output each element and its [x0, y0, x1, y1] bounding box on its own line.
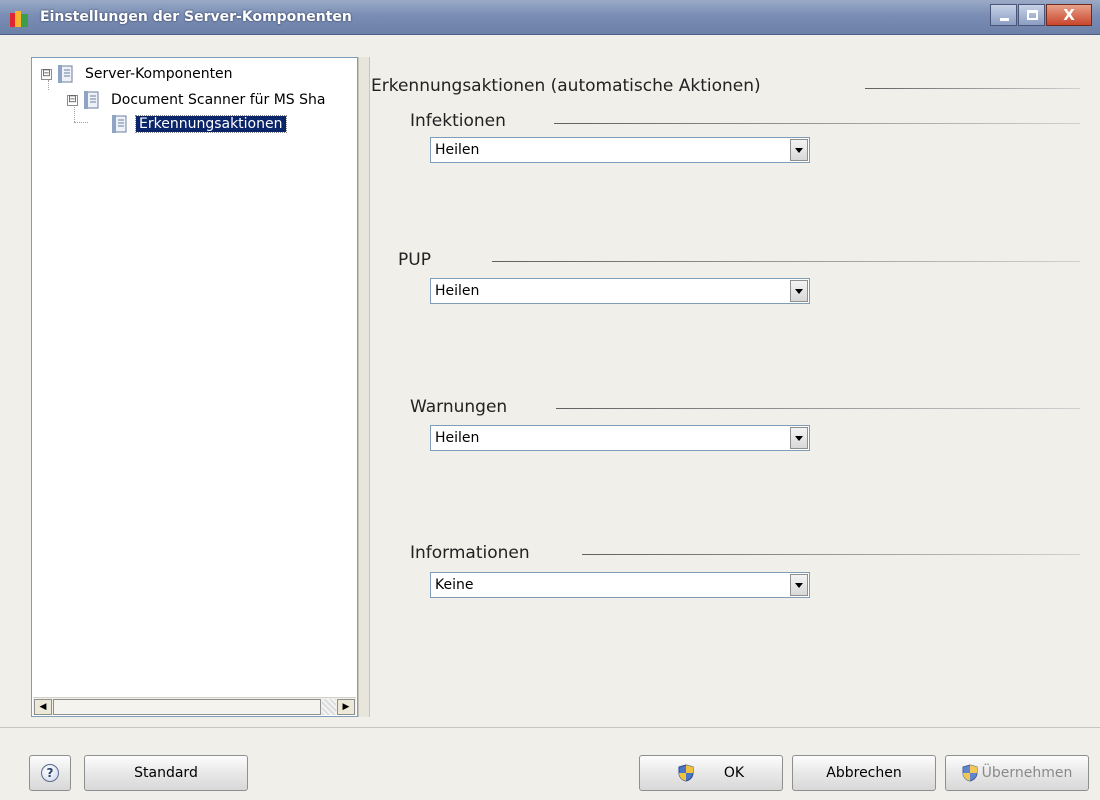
- tree-node-label-selected: Erkennungsaktionen: [135, 115, 287, 133]
- tree-node-label: Server-Komponenten: [85, 66, 233, 82]
- divider: [554, 123, 1080, 124]
- footer-divider: [0, 727, 1100, 728]
- infektionen-select[interactable]: Heilen: [430, 137, 810, 163]
- apply-button[interactable]: Übernehmen: [945, 755, 1089, 791]
- shield-icon: [678, 764, 694, 782]
- informationen-select[interactable]: Keine: [430, 572, 810, 598]
- help-button[interactable]: ?: [29, 755, 71, 791]
- shield-icon: [962, 764, 978, 782]
- pane-splitter[interactable]: [358, 57, 370, 717]
- divider: [865, 88, 1080, 89]
- select-value: Keine: [435, 577, 474, 593]
- warnungen-select[interactable]: Heilen: [430, 425, 810, 451]
- document-icon: [112, 115, 127, 133]
- scrollbar-track[interactable]: [322, 699, 336, 715]
- panel-title: Erkennungsaktionen (automatische Aktione…: [371, 76, 761, 96]
- scrollbar-thumb[interactable]: [53, 699, 321, 715]
- group-label-informationen: Informationen: [410, 543, 530, 563]
- close-icon: X: [1063, 6, 1075, 24]
- dropdown-button[interactable]: [790, 280, 808, 302]
- dropdown-button[interactable]: [790, 139, 808, 161]
- select-value: Heilen: [435, 430, 480, 446]
- tree-node-label: Document Scanner für MS Sha: [111, 92, 326, 108]
- chevron-down-icon: [795, 148, 803, 153]
- chevron-down-icon: [795, 436, 803, 441]
- ok-button[interactable]: OK: [639, 755, 783, 791]
- app-logo-icon: [10, 11, 28, 27]
- document-icon: [58, 65, 73, 83]
- group-label-infektionen: Infektionen: [410, 111, 506, 131]
- dropdown-button[interactable]: [790, 427, 808, 449]
- minimize-icon: [1000, 18, 1009, 21]
- title-bar[interactable]: Einstellungen der Server-Komponenten X: [0, 0, 1100, 35]
- document-icon: [84, 91, 99, 109]
- minimize-button[interactable]: [990, 4, 1017, 26]
- scroll-right-button[interactable]: ▶: [337, 699, 355, 715]
- pup-select[interactable]: Heilen: [430, 278, 810, 304]
- scroll-left-button[interactable]: ◀: [34, 699, 52, 715]
- ok-button-label: OK: [723, 765, 745, 781]
- tree-node-server-komponenten[interactable]: ⊟ Server-Komponenten: [41, 63, 236, 85]
- dropdown-button[interactable]: [790, 574, 808, 596]
- divider: [492, 261, 1080, 262]
- settings-dialog: Einstellungen der Server-Komponenten X ⊟: [0, 0, 1100, 800]
- standard-button[interactable]: Standard: [84, 755, 248, 791]
- collapse-toggle-icon[interactable]: ⊟: [67, 94, 78, 106]
- chevron-down-icon: [795, 583, 803, 588]
- divider: [582, 554, 1080, 555]
- tree-node-erkennungsaktionen[interactable]: Erkennungsaktionen: [112, 113, 287, 135]
- window-title: Einstellungen der Server-Komponenten: [40, 9, 352, 25]
- horizontal-scrollbar[interactable]: ◀ ▶: [33, 697, 356, 715]
- divider: [556, 408, 1080, 409]
- settings-panel: Erkennungsaktionen (automatische Aktione…: [370, 57, 1085, 717]
- navigation-tree[interactable]: ⊟ Server-Komponenten ⊟ Document Scanner …: [31, 57, 358, 717]
- cancel-button-label: Abbrechen: [826, 765, 902, 781]
- select-value: Heilen: [435, 142, 480, 158]
- select-value: Heilen: [435, 283, 480, 299]
- arrow-right-icon: ▶: [342, 702, 350, 712]
- collapse-toggle-icon[interactable]: ⊟: [41, 68, 52, 80]
- standard-button-label: Standard: [134, 765, 198, 781]
- window-controls: X: [989, 4, 1092, 28]
- help-icon: ?: [41, 764, 59, 782]
- tree-connector: [74, 122, 88, 123]
- group-label-pup: PUP: [398, 250, 431, 270]
- arrow-left-icon: ◀: [39, 702, 47, 712]
- tree-node-document-scanner[interactable]: ⊟ Document Scanner für MS Sha: [67, 89, 328, 111]
- cancel-button[interactable]: Abbrechen: [792, 755, 936, 791]
- group-label-warnungen: Warnungen: [410, 397, 508, 417]
- maximize-icon: [1027, 10, 1038, 20]
- maximize-button[interactable]: [1018, 4, 1045, 26]
- apply-button-label: Übernehmen: [981, 765, 1073, 781]
- close-button[interactable]: X: [1046, 4, 1092, 26]
- chevron-down-icon: [795, 289, 803, 294]
